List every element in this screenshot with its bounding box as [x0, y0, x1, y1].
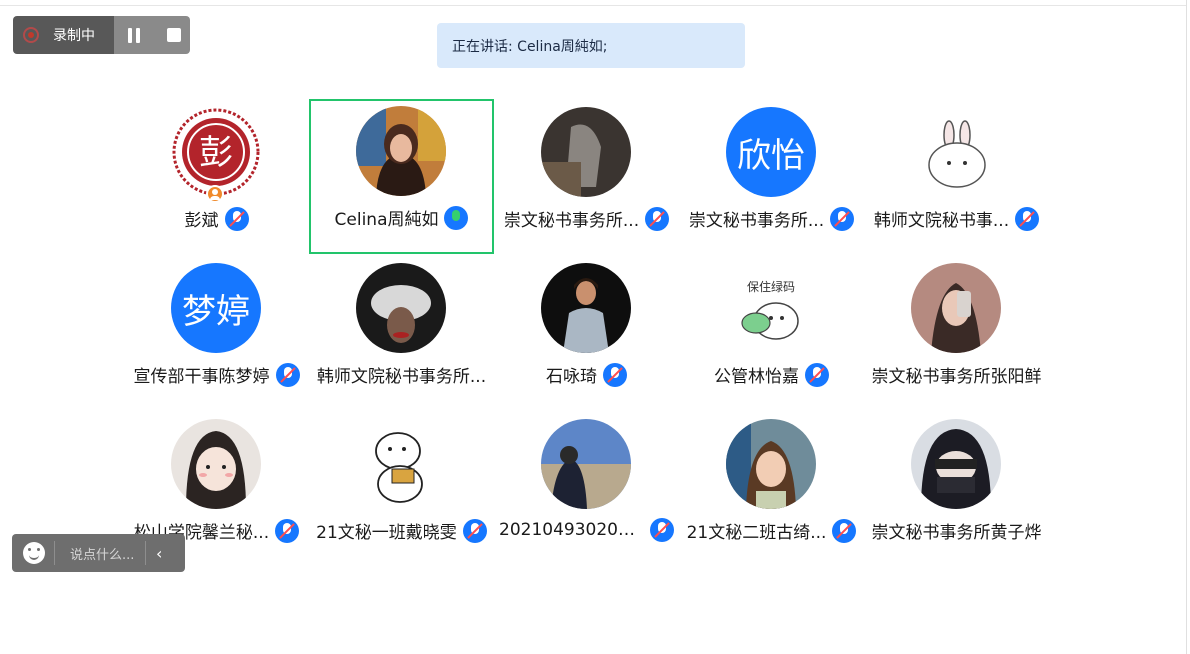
participant-name: 彭斌 [184, 211, 219, 231]
participant-tile[interactable]: 韩师文院秘书事务所... [309, 256, 494, 411]
recording-buttons [114, 16, 190, 54]
participant-name: 崇文秘书事务所黄子烨 [871, 523, 1042, 543]
participant-name: 宣传部干事陈梦婷 [133, 367, 270, 387]
participant-name-line: 韩师文院秘书事... [864, 206, 1049, 231]
avatar [911, 107, 1001, 197]
participant-tile[interactable]: 崇文秘书事务所张阳鲜 [864, 256, 1049, 411]
participant-tile[interactable]: 石咏琦 [494, 256, 679, 411]
now-speaking-banner: 正在讲话: Celina周純如; [437, 23, 745, 68]
participant-tile[interactable]: 202104930201... [494, 412, 679, 567]
chat-bar: 说点什么... ‹ [12, 534, 185, 572]
participant-name: 韩师文院秘书事... [873, 211, 1010, 231]
mic-muted-icon [462, 518, 487, 543]
participant-tile[interactable]: 21文秘二班古绮... [679, 412, 864, 567]
participant-tile[interactable]: 崇文秘书事务所... [494, 100, 679, 255]
recording-label: 录制中 [53, 28, 95, 44]
mic-muted-icon [805, 362, 829, 387]
chat-divider [54, 541, 55, 565]
participant-name: 21文秘一班戴晓雯 [316, 523, 457, 543]
avatar: 彭 [171, 107, 261, 197]
sticker-text: 保住绿码 [747, 279, 795, 294]
participant-name: 石咏琦 [546, 367, 597, 387]
seal-text: 彭 [199, 133, 233, 173]
stop-recording-button[interactable] [160, 16, 190, 54]
mic-muted-icon [224, 206, 249, 231]
emoji-icon[interactable] [23, 542, 45, 564]
avatar [541, 419, 631, 509]
pause-recording-button[interactable] [120, 16, 150, 54]
avatar [911, 263, 1001, 353]
participant-tile-active[interactable]: Celina周純如 [309, 99, 494, 254]
participant-name-line: 21文秘二班古绮... [679, 518, 864, 543]
mic-muted-icon [832, 518, 857, 543]
participant-name-line: 崇文秘书事务所张阳鲜 [864, 362, 1049, 387]
mic-muted-icon [603, 362, 627, 387]
participant-name-line: 石咏琦 [494, 362, 679, 387]
recording-control: 录制中 [13, 16, 190, 54]
participant-name-line: Celina周純如 [309, 205, 494, 230]
participant-name-line: 崇文秘书事务所黄子烨 [864, 518, 1049, 543]
participant-name-line: 崇文秘书事务所... [494, 206, 679, 231]
host-icon [206, 185, 224, 203]
participant-name-line: 韩师文院秘书事务所... [309, 362, 494, 387]
participant-name: 崇文秘书事务所... [503, 211, 640, 231]
participant-tile[interactable]: 梦婷 宣传部干事陈梦婷 [124, 256, 309, 411]
participant-name: 韩师文院秘书事务所... [316, 367, 487, 387]
participant-name: 21文秘二班古绮... [686, 523, 827, 543]
participant-name-line: 彭斌 [124, 206, 309, 231]
participant-name: 公管林怡嘉 [714, 367, 799, 387]
participant-name-line: 21文秘一班戴晓雯 [309, 518, 494, 543]
avatar [356, 106, 446, 196]
participant-tile[interactable]: 21文秘一班戴晓雯 [309, 412, 494, 567]
mic-muted-icon [650, 518, 674, 542]
participant-tile[interactable]: 彭 彭斌 [124, 100, 309, 255]
avatar [541, 263, 631, 353]
avatar [171, 419, 261, 509]
participant-name: Celina周純如 [334, 210, 439, 230]
top-divider [0, 5, 1186, 6]
mic-muted-icon [275, 362, 300, 387]
participant-name-line: 崇文秘书事务所... [679, 206, 864, 231]
avatar [541, 107, 631, 197]
participant-name: 崇文秘书事务所张阳鲜 [871, 367, 1042, 387]
participant-name-line: 公管林怡嘉 [679, 362, 864, 387]
mic-muted-icon [830, 206, 855, 231]
mic-muted-icon [645, 206, 670, 231]
participant-name-line: 宣传部干事陈梦婷 [124, 362, 309, 387]
recording-status: 录制中 [13, 16, 114, 54]
chat-input[interactable]: 说点什么... [70, 544, 140, 563]
participant-tile[interactable]: 保住绿码 公管林怡嘉 [679, 256, 864, 411]
mic-active-icon [444, 205, 469, 230]
participant-name: 崇文秘书事务所... [688, 211, 825, 231]
avatar [356, 263, 446, 353]
participant-tile[interactable]: 韩师文院秘书事... [864, 100, 1049, 255]
avatar: 保住绿码 [726, 263, 816, 353]
participant-tile[interactable]: 崇文秘书事务所黄子烨 [864, 412, 1049, 567]
record-icon [23, 27, 39, 43]
collapse-chevron-icon[interactable]: ‹ [156, 544, 162, 563]
avatar [911, 419, 1001, 509]
avatar [356, 419, 446, 509]
participant-name: 202104930201... [499, 520, 644, 540]
participant-tile[interactable]: 欣怡 崇文秘书事务所... [679, 100, 864, 255]
avatar [726, 419, 816, 509]
right-divider [1186, 0, 1187, 654]
chat-divider [145, 541, 146, 565]
avatar: 欣怡 [726, 107, 816, 197]
participant-name-line: 202104930201... [494, 518, 679, 542]
mic-muted-icon [1015, 206, 1040, 231]
mic-muted-icon [275, 518, 300, 543]
avatar: 梦婷 [171, 263, 261, 353]
